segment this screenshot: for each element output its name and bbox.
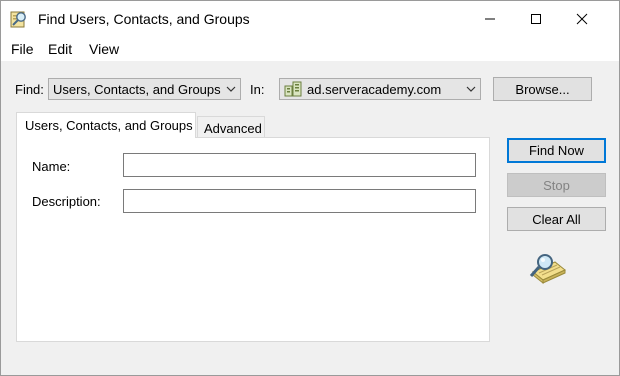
menu-file[interactable]: File (11, 41, 34, 57)
tab-users-contacts-groups[interactable]: Users, Contacts, and Groups (16, 112, 196, 138)
browse-button[interactable]: Browse... (493, 77, 592, 101)
maximize-icon (531, 14, 541, 24)
window-title: Find Users, Contacts, and Groups (38, 11, 250, 27)
find-type-value: Users, Contacts, and Groups (53, 82, 221, 97)
minimize-icon (485, 18, 495, 20)
menu-view[interactable]: View (89, 41, 119, 57)
find-type-dropdown[interactable]: Users, Contacts, and Groups (48, 78, 241, 100)
in-label: In: (250, 82, 265, 97)
find-now-button[interactable]: Find Now (507, 138, 606, 163)
title-bar: Find Users, Contacts, and Groups (1, 1, 619, 37)
find-label: Find: (15, 82, 44, 97)
find-users-app-icon (9, 9, 29, 29)
name-label: Name: (32, 159, 71, 174)
description-label: Description: (32, 194, 101, 209)
menu-edit[interactable]: Edit (48, 41, 72, 57)
find-users-dialog: Find Users, Contacts, and Groups File Ed… (0, 0, 620, 376)
menu-bar: File Edit View (1, 37, 619, 61)
in-location-value: ad.serveracademy.com (307, 82, 442, 97)
minimize-button[interactable] (467, 1, 513, 37)
tab-advanced[interactable]: Advanced (197, 116, 265, 138)
stop-button[interactable]: Stop (507, 173, 606, 197)
close-icon (576, 13, 588, 25)
domain-icon (284, 81, 302, 97)
tab-panel: Name: Description: (16, 137, 490, 342)
maximize-button[interactable] (513, 1, 559, 37)
name-field[interactable] (123, 153, 476, 177)
clear-all-button[interactable]: Clear All (507, 207, 606, 231)
chevron-down-icon (466, 86, 476, 92)
search-magnifier-icon (527, 252, 569, 286)
description-field[interactable] (123, 189, 476, 213)
chevron-down-icon (226, 86, 236, 92)
in-location-dropdown[interactable]: ad.serveracademy.com (279, 78, 481, 100)
close-button[interactable] (559, 1, 605, 37)
